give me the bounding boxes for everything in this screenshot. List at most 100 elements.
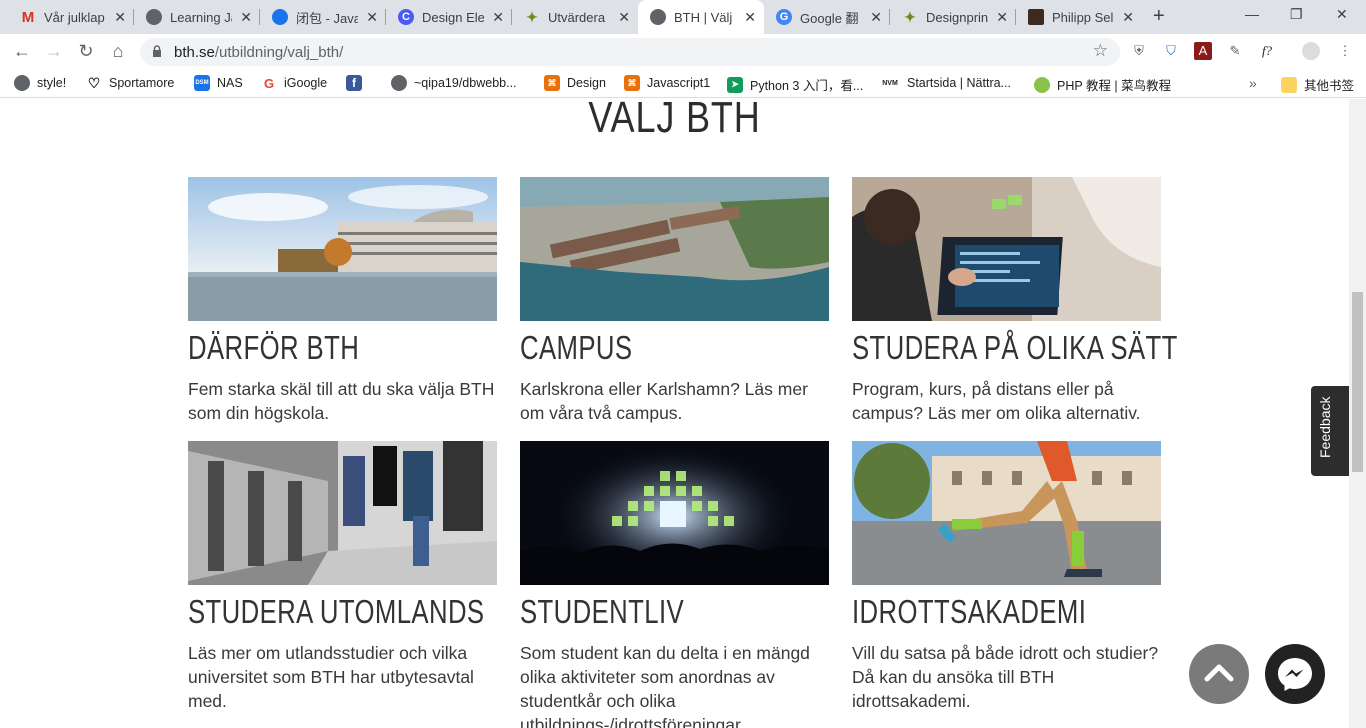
- globe-icon: [14, 75, 30, 91]
- runner-photo: [852, 441, 1161, 585]
- bookmark-item[interactable]: DSM NAS: [194, 75, 243, 91]
- card-heading[interactable]: STUDENTLIV: [520, 593, 761, 631]
- close-icon[interactable]: ✕: [870, 9, 882, 26]
- minimize-icon[interactable]: —: [1245, 6, 1259, 22]
- bookmark-item[interactable]: GiGoogle: [261, 75, 327, 91]
- tab-8[interactable]: Philipp Sel ✕: [1016, 0, 1142, 34]
- page-scrollbar[interactable]: [1349, 99, 1366, 728]
- tab-title: Learning Ja: [170, 9, 232, 25]
- scrollbar-thumb[interactable]: [1352, 292, 1363, 472]
- aerial-campus-photo: [520, 177, 829, 321]
- concert-photo: [520, 441, 829, 585]
- menu-icon[interactable]: ⋮: [1336, 42, 1354, 60]
- home-icon[interactable]: ⌂: [108, 41, 128, 62]
- card-text: Läs mer om utlandsstudier och vilka univ…: [188, 643, 474, 711]
- tab-0[interactable]: M Vår julklap ✕: [8, 0, 134, 34]
- close-icon[interactable]: ✕: [996, 9, 1008, 26]
- card-text: Program, kurs, på distans eller på campu…: [852, 379, 1141, 423]
- heart-icon: ♡: [87, 74, 101, 91]
- tab-title: Vår julklap: [44, 9, 105, 25]
- bookmark-item[interactable]: f: [346, 75, 369, 91]
- feedback-label: Feedback: [1317, 396, 1333, 458]
- page-content: VALJ BTH DÄRFÖR BTH Fem starka skäl till…: [0, 99, 1349, 728]
- portrait-icon: [1028, 9, 1044, 25]
- messenger-chat-button[interactable]: [1265, 644, 1325, 704]
- dsm-icon: DSM: [194, 75, 210, 91]
- card-heading[interactable]: DÄRFÖR BTH: [188, 329, 429, 367]
- train-platform-photo: [188, 441, 497, 585]
- bth-icon: [650, 9, 666, 25]
- close-icon[interactable]: ✕: [366, 9, 378, 26]
- browser-toolbar: ← → ↻ ⌂ bth.se/utbildning/valj_bth/ ☆ ⛨ …: [0, 34, 1366, 70]
- card-heading[interactable]: STUDERA UTOMLANDS: [188, 593, 484, 631]
- close-icon[interactable]: ✕: [1122, 9, 1134, 26]
- feedback-button[interactable]: Feedback: [1311, 386, 1349, 476]
- messenger-icon: [1278, 658, 1312, 691]
- other-bookmarks[interactable]: 其他书签: [1281, 75, 1354, 94]
- forward-icon[interactable]: →: [44, 41, 64, 62]
- card-studera-pa-olika-satt[interactable]: STUDERA PÅ OLIKA SÄTT Program, kurs, på …: [852, 177, 1177, 425]
- tab-title: BTH | Välj: [674, 9, 733, 25]
- tab-title: Designprin: [926, 9, 988, 25]
- profile-avatar-icon[interactable]: [1302, 42, 1320, 60]
- campus-waterfront-photo: [188, 177, 497, 321]
- c-icon: C: [398, 9, 414, 25]
- send-icon: ➤: [727, 76, 743, 93]
- shield-extension-icon[interactable]: ⛨: [1130, 42, 1148, 60]
- privacy-badger-icon[interactable]: ⛉: [1162, 42, 1180, 60]
- new-tab-icon[interactable]: +: [1153, 5, 1165, 28]
- scroll-to-top-button[interactable]: [1189, 644, 1249, 704]
- bookmarks-bar: style! ♡ Sportamore DSM NAS GiGoogle f ~qi…: [0, 70, 1366, 98]
- close-icon[interactable]: ✕: [618, 9, 630, 26]
- folder-icon: [1281, 76, 1297, 93]
- card-idrottsakademi[interactable]: IDROTTSAKADEMI Vill du satsa på både idr…: [852, 441, 1161, 713]
- close-icon[interactable]: ✕: [492, 9, 504, 26]
- tab-3[interactable]: C Design Ele ✕: [386, 0, 512, 34]
- card-heading[interactable]: CAMPUS: [520, 329, 761, 367]
- bookmark-item[interactable]: ~qipa19/dbwebb...: [391, 75, 517, 91]
- laptop-coding-photo: [852, 177, 1161, 321]
- bookmark-item[interactable]: style!: [14, 75, 66, 91]
- bookmark-item[interactable]: ♡ Sportamore: [86, 74, 175, 91]
- tab-6[interactable]: G Google 翻 ✕: [764, 0, 890, 34]
- bookmark-item[interactable]: ⌘ Design: [544, 75, 606, 91]
- tutorial-icon: [272, 9, 288, 25]
- google-translate-icon: G: [776, 9, 792, 25]
- close-icon[interactable]: ✕: [114, 9, 126, 26]
- reload-icon[interactable]: ↻: [76, 41, 96, 62]
- card-text: Vill du satsa på både idrott och studier…: [852, 643, 1159, 711]
- bookmark-item[interactable]: PHP 教程 | 菜鸟教程: [1034, 75, 1171, 94]
- card-heading[interactable]: IDROTTSAKADEMI: [852, 593, 1093, 631]
- chevron-up-icon: [1204, 664, 1234, 682]
- google-icon: G: [263, 75, 275, 91]
- gmail-icon: M: [21, 8, 35, 26]
- card-heading[interactable]: STUDERA PÅ OLIKA SÄTT: [852, 329, 1177, 367]
- bookmark-item[interactable]: NVM Startsida | Nättra...: [880, 75, 1011, 91]
- bookmark-item[interactable]: ⌘ Javascript1: [624, 75, 710, 91]
- pdf-extension-icon[interactable]: A: [1194, 42, 1212, 60]
- card-text: Fem starka skäl till att du ska välja BT…: [188, 379, 495, 423]
- tab-title: Philipp Sel: [1052, 9, 1114, 25]
- back-icon[interactable]: ←: [12, 41, 32, 62]
- tab-2[interactable]: 闭包 - Java ✕: [260, 0, 386, 34]
- tab-4[interactable]: ✦ Utvärdera ✕: [512, 0, 638, 34]
- restore-icon[interactable]: ❐: [1290, 6, 1303, 23]
- close-icon[interactable]: ✕: [240, 9, 252, 26]
- font-inspector-icon[interactable]: f?: [1258, 42, 1276, 60]
- address-bar[interactable]: bth.se/utbildning/valj_bth/ ☆: [140, 38, 1120, 66]
- card-studentliv[interactable]: STUDENTLIV Som student kan du delta i en…: [520, 441, 829, 728]
- bookmark-star-icon[interactable]: ☆: [1093, 41, 1108, 61]
- tab-title: Utvärdera: [548, 9, 606, 25]
- card-studera-utomlands[interactable]: STUDERA UTOMLANDS Läs mer om utlandsstud…: [188, 441, 497, 713]
- eyedropper-icon[interactable]: ✎: [1226, 42, 1244, 60]
- tab-7[interactable]: ✦ Designprin ✕: [890, 0, 1016, 34]
- more-bookmarks-icon[interactable]: »: [1249, 75, 1257, 91]
- bookmark-item[interactable]: ➤ Python 3 入门，看...: [727, 75, 863, 94]
- facebook-icon: f: [346, 75, 362, 91]
- card-darfor-bth[interactable]: DÄRFÖR BTH Fem starka skäl till att du s…: [188, 177, 497, 425]
- tab-5-active[interactable]: BTH | Välj ✕: [638, 0, 764, 34]
- card-campus[interactable]: CAMPUS Karlskrona eller Karlshamn? Läs m…: [520, 177, 829, 425]
- window-close-icon[interactable]: ✕: [1336, 6, 1348, 23]
- close-icon[interactable]: ✕: [744, 9, 756, 26]
- tab-1[interactable]: Learning Ja ✕: [134, 0, 260, 34]
